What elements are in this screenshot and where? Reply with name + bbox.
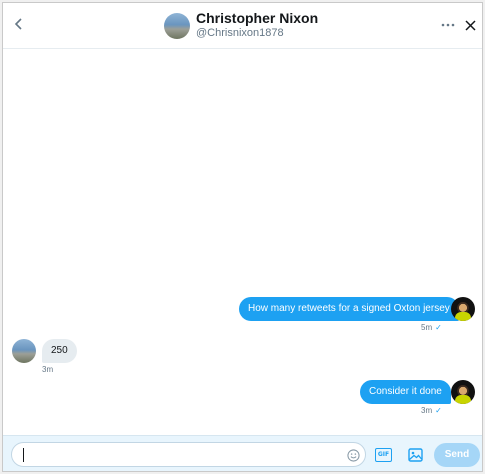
read-check-icon: ✓ <box>435 406 442 415</box>
dm-conversation-window: Christopher Nixon @Chrisnixon1878 How ma… <box>2 2 483 472</box>
back-button[interactable] <box>9 14 29 34</box>
message-bubble-incoming[interactable]: 250 <box>42 339 77 363</box>
message-composer: GIF Send <box>3 435 482 471</box>
media-button[interactable] <box>407 447 424 463</box>
contact-avatar[interactable] <box>164 13 190 39</box>
more-icon <box>441 23 455 27</box>
emoji-button[interactable] <box>345 447 361 463</box>
send-button[interactable]: Send <box>434 443 480 467</box>
close-button[interactable] <box>461 16 479 34</box>
message-time: 3m <box>421 406 433 415</box>
conversation-header: Christopher Nixon @Chrisnixon1878 <box>3 3 482 49</box>
read-check-icon: ✓ <box>435 323 442 332</box>
message-time: 5m <box>421 323 433 332</box>
my-avatar[interactable] <box>451 297 475 321</box>
close-icon <box>464 19 476 31</box>
message-meta: 5m ✓ <box>421 323 442 332</box>
emoji-icon <box>346 448 360 462</box>
my-avatar[interactable] <box>451 380 475 404</box>
image-icon <box>408 448 423 462</box>
message-input[interactable] <box>11 442 366 467</box>
message-time: 3m <box>42 365 54 374</box>
message-bubble-outgoing[interactable]: Consider it done <box>360 380 451 404</box>
gif-button[interactable]: GIF <box>375 448 392 462</box>
message-meta: 3m ✓ <box>421 406 442 415</box>
message-bubble-outgoing[interactable]: How many retweets for a signed Oxton jer… <box>239 297 459 321</box>
contact-name[interactable]: Christopher Nixon <box>196 10 318 26</box>
contact-handle[interactable]: @Chrisnixon1878 <box>196 27 284 39</box>
more-button[interactable] <box>439 16 457 34</box>
text-caret <box>23 448 24 462</box>
chevron-left-icon <box>14 18 22 30</box>
contact-message-avatar[interactable] <box>12 339 36 363</box>
